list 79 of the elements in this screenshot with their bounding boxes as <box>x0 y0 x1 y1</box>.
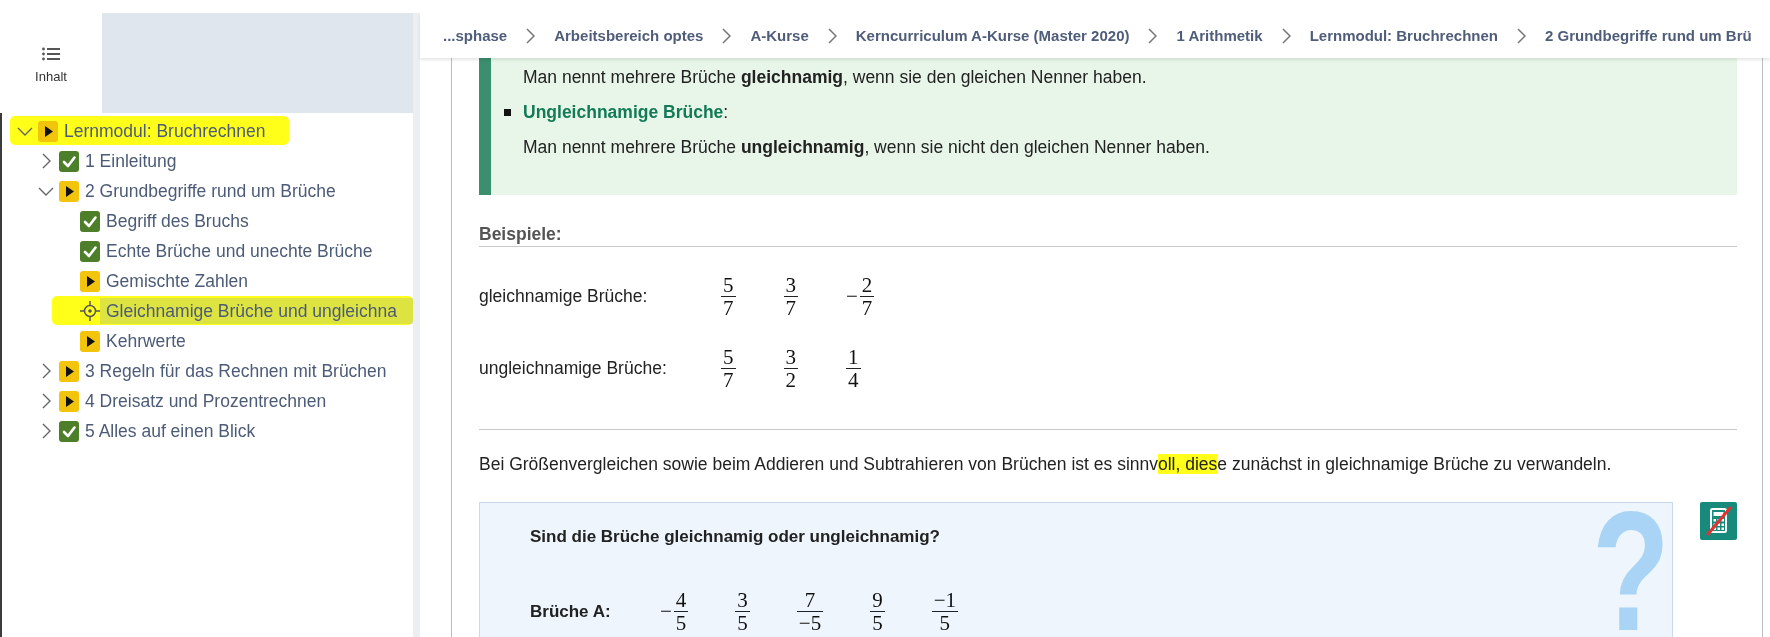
breadcrumb-link[interactable]: 1 Arithmetik <box>1176 27 1263 44</box>
chevron-right-icon[interactable] <box>41 423 51 439</box>
tree-item[interactable]: 1 Einleitung <box>79 148 183 174</box>
sidebar-tab[interactable]: Inhalt <box>0 13 102 113</box>
chevron-right-icon[interactable] <box>41 393 51 409</box>
fraction-numerator: 7 <box>803 589 817 611</box>
fraction-numerator: 1 <box>847 345 860 368</box>
play-icon <box>59 390 79 412</box>
fraction-numerator: 5 <box>722 345 735 368</box>
play-icon <box>80 270 100 292</box>
tree-item[interactable]: Kehrwerte <box>100 328 192 354</box>
chevron-right-icon[interactable] <box>41 153 51 169</box>
crossed-calculator-icon <box>1700 502 1737 540</box>
example-label: ungleichnamige Brüche: <box>479 357 668 379</box>
chevron-right-icon <box>827 27 837 44</box>
breadcrumb-link[interactable]: Arbeitsbereich optes <box>554 27 704 44</box>
chevron-right-icon <box>1517 27 1526 44</box>
exercise-question: Sind die Brüche gleichnamig oder ungleichnamig? <box>530 526 941 548</box>
fraction-denominator: 7 <box>859 295 875 319</box>
chevron-down-icon[interactable] <box>38 186 54 196</box>
example-label: gleichnamige Brüche: <box>479 285 649 307</box>
tree-item[interactable]: 3 Regeln für das Rechnen mit Brüchen <box>79 358 393 384</box>
chevron-right-icon <box>722 27 732 44</box>
target-icon <box>80 301 100 321</box>
minus-sign: − <box>846 283 858 309</box>
chevron-right-icon <box>526 27 536 44</box>
fraction-numerator: 4 <box>674 589 688 611</box>
chevron-right-icon[interactable] <box>41 363 51 379</box>
fraction-denominator: 2 <box>783 367 798 391</box>
fraction-numerator: 5 <box>722 273 735 296</box>
minus-sign: − <box>660 599 672 624</box>
breadcrumb-link[interactable]: A-Kurse <box>750 27 809 44</box>
row-label: Brüche A: <box>530 601 612 622</box>
chevron-right-icon <box>1281 27 1291 44</box>
fraction-denominator: 5 <box>673 611 689 634</box>
list-icon <box>42 47 60 61</box>
fraction-denominator: 7 <box>721 295 736 319</box>
breadcrumb-link[interactable]: Kerncurriculum A-Kurse (Master 2020) <box>855 27 1130 44</box>
bullet-icon <box>504 108 511 116</box>
tree-item[interactable]: Lernmodul: Bruchrechnen <box>58 118 272 144</box>
fraction-numerator: 2 <box>860 273 874 296</box>
breadcrumb-link[interactable]: Lernmodul: Bruchrechnen <box>1309 27 1498 44</box>
definition-text: Man nennt mehrere Brüche gleichnamig, wenn sie den gleichen Nenner haben. <box>523 66 1148 89</box>
fraction-denominator: −5 <box>796 611 824 634</box>
fraction-denominator: 4 <box>846 367 861 391</box>
fraction-denominator: 7 <box>721 367 736 391</box>
checkmark-icon <box>80 240 100 262</box>
tree-item[interactable]: Gemischte Zahlen <box>100 268 254 294</box>
chevron-down-icon[interactable] <box>17 126 33 136</box>
definition-text: Man nennt mehrere Brüche ungleichnamig, wenn sie nicht den gleichen Nenner haben. <box>523 136 1211 159</box>
fraction-numerator: 3 <box>736 589 749 611</box>
fraction-denominator: 5 <box>931 611 959 634</box>
term-heading: Ungleichnamige Brüche: <box>523 101 729 124</box>
tree-item[interactable]: 5 Alles auf einen Blick <box>79 418 262 444</box>
section-heading: Beispiele: <box>479 222 1737 247</box>
fraction-numerator: 3 <box>784 273 797 296</box>
fraction-numerator: 3 <box>784 345 797 368</box>
play-icon <box>59 360 79 382</box>
tree-item[interactable]: 4 Dreisatz und Prozentrechnen <box>79 388 333 414</box>
note-text: Bei Größenvergleichen sowie beim Addieren und Subtrahieren von Brüchen ist es sinnvoll, diese zunächst in gleichnamige Brüche zu verwandeln. <box>479 453 1613 476</box>
breadcrumb-link[interactable]: 2 Grundbegriffe rund um Brü <box>1545 27 1752 44</box>
tree-item[interactable]: 2 Grundbegriffe rund um Brüche <box>79 178 342 204</box>
checkmark-icon <box>59 150 79 172</box>
play-icon <box>59 180 79 202</box>
checkmark-icon <box>80 210 100 232</box>
play-icon <box>38 120 58 142</box>
chevron-right-icon <box>1148 27 1158 44</box>
fraction-denominator: 7 <box>783 295 798 319</box>
question-mark-icon: ? <box>1592 505 1670 637</box>
checkmark-icon <box>59 420 79 442</box>
fraction-denominator: 5 <box>870 611 885 634</box>
fraction-numerator: −1 <box>932 589 958 611</box>
play-icon <box>80 330 100 352</box>
breadcrumb-link[interactable]: ...sphase <box>443 27 508 44</box>
tree-item[interactable]: Echte Brüche und unechte Brüche <box>100 238 379 264</box>
fraction-numerator: 9 <box>871 589 884 611</box>
tree-item[interactable]: Begriff des Bruchs <box>100 208 255 234</box>
tree-item[interactable]: Gleichnamige Brüche und ungleichna <box>100 298 413 324</box>
fraction-denominator: 5 <box>735 611 750 634</box>
